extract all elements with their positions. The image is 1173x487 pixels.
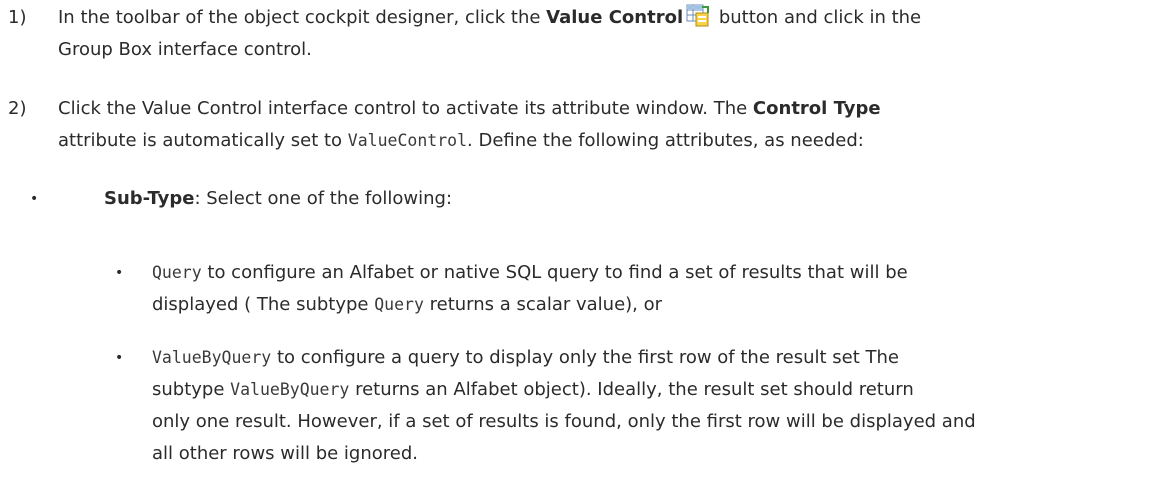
step-1-line-2: Group Box interface control. [58, 39, 312, 60]
option-line-1: ValueByQuery to configure a query to dis… [152, 347, 899, 368]
ui-term-control-type: Control Type [752, 98, 881, 119]
step-2-line-1: Click the Value Control interface contro… [58, 98, 881, 119]
option-line-4: all other rows will be ignored. [152, 443, 419, 464]
subtype-text: Sub-Type: Select one of the following: [104, 188, 453, 209]
subtype-item: • Sub-Type: Select one of the following: [0, 183, 1173, 215]
bullet: • [115, 350, 124, 366]
step-number: 1) [8, 7, 27, 28]
ui-term-value-control: Value Control [546, 7, 684, 28]
code-value-control: ValueControl [347, 131, 468, 150]
option-line-1: Query to configure an Alfabet or native … [152, 262, 908, 283]
code-query: Query [152, 263, 202, 282]
step-1-line-1: In the toolbar of the object cockpit des… [58, 2, 1158, 34]
code-query-inline: Query [374, 295, 424, 314]
step-text: Click the Value Control interface contro… [58, 93, 1158, 157]
value-control-icon [686, 4, 710, 28]
option-line-2: subtype ValueByQuery returns an Alfabet … [152, 379, 914, 400]
option-text: ValueByQuery to configure a query to dis… [152, 342, 1162, 470]
option-text: Query to configure an Alfabet or native … [152, 257, 1162, 321]
step-text: In the toolbar of the object cockpit des… [58, 2, 1158, 66]
code-valuebyquery-inline: ValueByQuery [230, 380, 350, 399]
step-number: 2) [8, 98, 27, 119]
step-2-line-2: attribute is automatically set to ValueC… [58, 130, 864, 151]
option-query: • Query to configure an Alfabet or nativ… [0, 257, 1173, 321]
option-line-2: displayed ( The subtype Query returns a … [152, 294, 663, 315]
option-valuebyquery: • ValueByQuery to configure a query to d… [0, 342, 1173, 470]
code-valuebyquery: ValueByQuery [152, 348, 272, 367]
bullet: • [115, 265, 124, 281]
subtype-label: Sub-Type [104, 188, 195, 209]
bullet: • [30, 191, 39, 207]
option-line-3: only one result. However, if a set of re… [152, 411, 976, 432]
